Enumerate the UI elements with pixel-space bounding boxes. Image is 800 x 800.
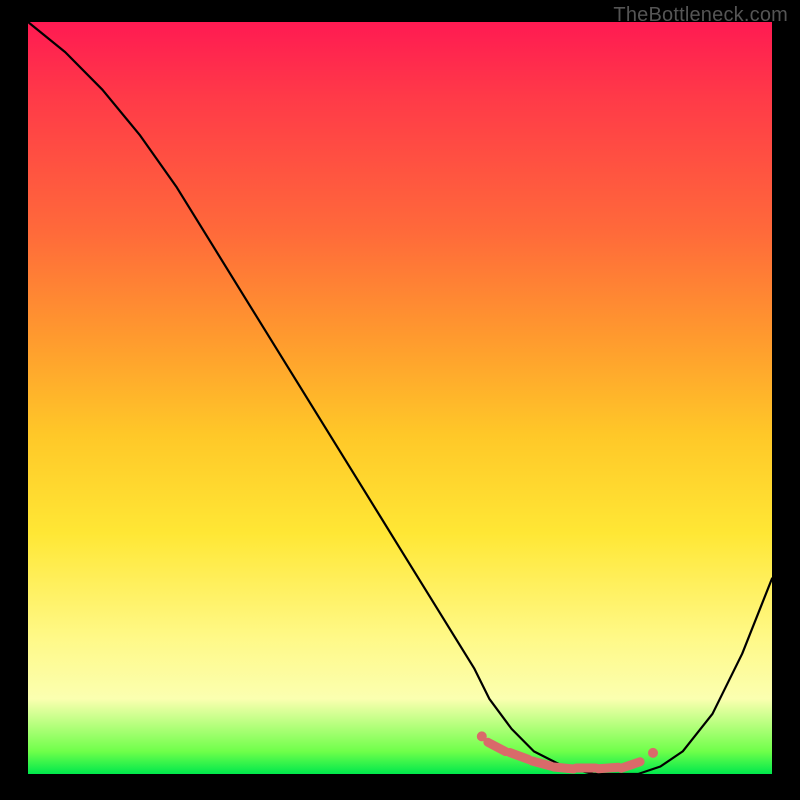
optimal-region-markers bbox=[477, 731, 658, 769]
optimal-marker-dash bbox=[488, 742, 506, 751]
watermark-text: TheBottleneck.com bbox=[613, 4, 788, 27]
optimal-marker-dash bbox=[510, 753, 529, 760]
optimal-marker-dot bbox=[648, 748, 658, 758]
optimal-marker-dash bbox=[532, 761, 551, 766]
optimal-marker-dash bbox=[598, 767, 618, 768]
optimal-marker-dash bbox=[621, 762, 640, 768]
chart-svg bbox=[28, 22, 772, 774]
chart-plot-area bbox=[28, 22, 772, 774]
bottleneck-curve-line bbox=[28, 22, 772, 774]
optimal-marker-dash bbox=[554, 767, 574, 769]
